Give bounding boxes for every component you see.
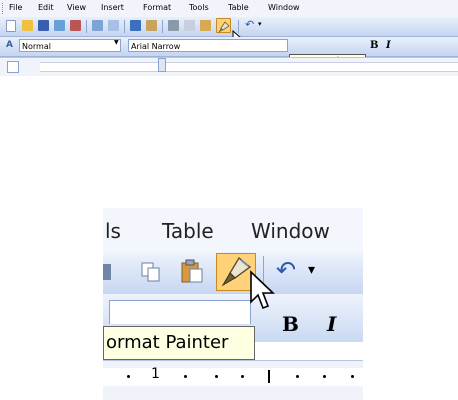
font-size-box[interactable] xyxy=(109,300,251,324)
ruler-tick xyxy=(127,375,130,378)
save-icon[interactable] xyxy=(38,20,49,31)
cut-icon[interactable] xyxy=(103,264,111,280)
menu-file[interactable]: File xyxy=(9,3,22,12)
styles-pane-icon[interactable]: A xyxy=(6,40,13,50)
mouse-cursor-icon xyxy=(249,270,275,316)
ruler-tick xyxy=(268,370,270,383)
word-window-zoomed: ls Table Window ↶ ▾ B I ormat Painter 1 xyxy=(103,208,363,400)
ruler-tick xyxy=(215,375,218,378)
paste-icon[interactable] xyxy=(179,258,205,284)
menu-edit[interactable]: Edit xyxy=(38,3,54,12)
word-window-small: File Edit View Insert Format Tools Table… xyxy=(0,0,458,122)
email-icon[interactable] xyxy=(70,20,81,31)
italic-button[interactable]: I xyxy=(327,312,336,336)
format-painter-button[interactable] xyxy=(216,18,231,33)
ruler-tick xyxy=(296,375,299,378)
toolbar-grip[interactable] xyxy=(2,3,5,14)
menu-table[interactable]: Table xyxy=(228,3,249,12)
font-dropdown[interactable]: Arial Narrow xyxy=(128,39,288,52)
toolbar-separator xyxy=(238,20,239,33)
undo-icon[interactable]: ↶ xyxy=(276,257,296,283)
chevron-down-icon[interactable]: ▼ xyxy=(114,39,119,46)
toolbar-separator xyxy=(86,20,87,33)
italic-icon[interactable]: I xyxy=(386,40,391,51)
research-icon[interactable] xyxy=(146,20,157,31)
ruler-tick xyxy=(184,375,187,378)
undo-dropdown-icon[interactable]: ▾ xyxy=(258,20,262,28)
bold-button[interactable]: B xyxy=(282,312,299,336)
tab-selector[interactable] xyxy=(7,61,19,73)
undo-icon[interactable]: ↶ xyxy=(245,18,254,31)
copy-icon[interactable] xyxy=(139,260,163,284)
ruler-tick xyxy=(323,375,326,378)
open-folder-icon[interactable] xyxy=(22,20,33,31)
menu-window[interactable]: Window xyxy=(251,219,330,243)
menu-tools[interactable]: Tools xyxy=(189,3,209,12)
menu-insert[interactable]: Insert xyxy=(101,3,124,12)
menu-view[interactable]: View xyxy=(67,3,86,12)
menu-window[interactable]: Window xyxy=(268,3,300,12)
toolbar-separator xyxy=(162,20,163,33)
indent-marker[interactable] xyxy=(158,58,166,72)
permission-icon[interactable] xyxy=(54,20,65,31)
ruler-track[interactable] xyxy=(40,62,458,72)
ruler-tick xyxy=(241,375,244,378)
bold-icon[interactable]: B xyxy=(370,40,378,51)
menu-tools[interactable]: ls xyxy=(105,219,121,243)
undo-dropdown-icon[interactable]: ▾ xyxy=(308,262,315,278)
print-icon[interactable] xyxy=(92,20,103,31)
toolbar-separator xyxy=(124,20,125,33)
print-preview-icon[interactable] xyxy=(108,20,119,31)
ruler-tick xyxy=(351,375,354,378)
style-dropdown[interactable]: Normal xyxy=(19,39,121,52)
format-painter-icon xyxy=(218,21,230,33)
copy-icon[interactable] xyxy=(184,20,195,31)
menu-table[interactable]: Table xyxy=(162,219,214,243)
new-document-icon[interactable] xyxy=(6,20,16,32)
paste-icon[interactable] xyxy=(200,20,211,31)
spelling-icon[interactable] xyxy=(130,20,141,31)
cut-icon[interactable] xyxy=(168,20,179,31)
tooltip: ormat Painter xyxy=(103,326,255,360)
ruler-number: 1 xyxy=(151,366,160,382)
menu-format[interactable]: Format xyxy=(143,3,171,12)
